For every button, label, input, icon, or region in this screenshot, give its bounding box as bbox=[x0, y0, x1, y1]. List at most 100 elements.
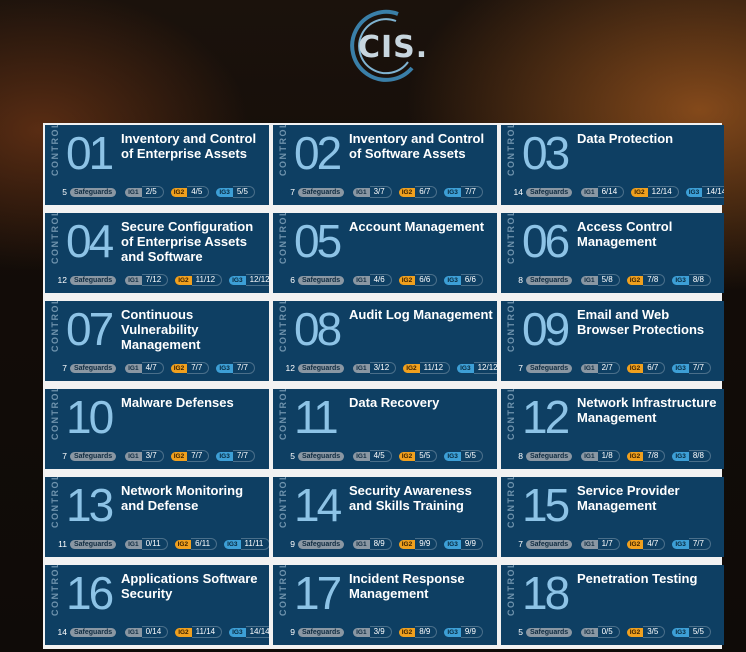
control-title: Inventory and Control of Software Assets bbox=[349, 131, 485, 161]
control-stats: 8 Safeguards IG1 5/8 IG2 7/8 IG3 8/8 bbox=[513, 274, 718, 286]
control-title: Service Provider Management bbox=[577, 483, 680, 513]
ig3-value: 7/7 bbox=[232, 450, 255, 462]
control-number: 07 bbox=[66, 303, 114, 355]
ig2-badge: IG2 bbox=[170, 451, 188, 461]
ig2-value: 7/7 bbox=[187, 362, 210, 374]
safeguard-count: 8 bbox=[518, 451, 523, 461]
ig1-stat: IG1 3/7 bbox=[353, 186, 392, 198]
control-number: 10 bbox=[66, 391, 114, 443]
ig3-badge: IG3 bbox=[229, 275, 246, 285]
ig3-value: 5/5 bbox=[688, 626, 711, 638]
ig1-badge: IG1 bbox=[581, 627, 598, 637]
control-tile-01: CONTROL 01 Inventory and Control of Ente… bbox=[45, 125, 269, 205]
safeguard-count: 11 bbox=[58, 539, 67, 549]
ig1-value: 1/7 bbox=[597, 538, 620, 550]
control-title: Secure Configuration of Enterprise Asset… bbox=[121, 219, 254, 264]
ig3-stat: IG3 12/12 bbox=[457, 362, 497, 374]
ig2-stat: IG2 7/8 bbox=[626, 274, 666, 286]
control-stats: 7 Safeguards IG1 3/7 IG2 6/7 IG3 7/7 bbox=[285, 186, 491, 198]
safeguards-label: Safeguards bbox=[298, 187, 345, 197]
safeguards-label: Safeguards bbox=[70, 363, 117, 373]
control-number: 16 bbox=[66, 567, 114, 619]
ig2-badge: IG2 bbox=[398, 627, 416, 637]
control-title: Network Monitoring and Defense bbox=[121, 483, 244, 513]
ig2-value: 12/14 bbox=[647, 186, 679, 198]
ig3-stat: IG3 12/12 bbox=[229, 274, 269, 286]
cis-logo-text: CIS. bbox=[358, 30, 429, 65]
control-number: 12 bbox=[522, 391, 570, 443]
ig1-stat: IG1 5/8 bbox=[581, 274, 620, 286]
ig1-stat: IG1 7/12 bbox=[125, 274, 169, 286]
ig2-value: 6/7 bbox=[415, 186, 438, 198]
ig1-stat: IG1 3/12 bbox=[353, 362, 397, 374]
safeguard-count: 7 bbox=[518, 539, 523, 549]
control-tile-05: CONTROL 05 Account Management 6 Safeguar… bbox=[273, 213, 497, 293]
ig1-badge: IG1 bbox=[581, 539, 598, 549]
ig2-stat: IG2 5/5 bbox=[398, 450, 438, 462]
control-tile-02: CONTROL 02 Inventory and Control of Soft… bbox=[273, 125, 497, 205]
ig3-value: 5/5 bbox=[232, 186, 255, 198]
ig3-badge: IG3 bbox=[216, 187, 233, 197]
control-number: 04 bbox=[66, 215, 114, 267]
ig3-badge: IG3 bbox=[672, 627, 689, 637]
safeguard-count: 14 bbox=[513, 187, 523, 197]
ig1-stat: IG1 3/9 bbox=[353, 626, 392, 638]
control-word: CONTROL bbox=[278, 389, 288, 440]
ig3-badge: IG3 bbox=[685, 187, 703, 197]
controls-grid: CONTROL 01 Inventory and Control of Ente… bbox=[43, 123, 724, 649]
safeguard-count: 12 bbox=[57, 275, 67, 285]
ig2-value: 6/7 bbox=[643, 362, 666, 374]
control-word: CONTROL bbox=[506, 301, 516, 352]
ig2-stat: IG2 7/7 bbox=[170, 362, 210, 374]
ig2-value: 3/5 bbox=[643, 626, 666, 638]
control-stats: 11 Safeguards IG1 0/11 IG2 6/11 IG3 11/1… bbox=[57, 538, 269, 550]
ig2-badge: IG2 bbox=[398, 451, 416, 461]
ig1-badge: IG1 bbox=[353, 451, 370, 461]
ig1-stat: IG1 0/14 bbox=[125, 626, 169, 638]
ig2-stat: IG2 11/12 bbox=[403, 362, 451, 374]
control-stats: 14 Safeguards IG1 0/14 IG2 11/14 IG3 14/… bbox=[57, 626, 269, 638]
control-title: Malware Defenses bbox=[121, 395, 234, 410]
ig1-value: 0/5 bbox=[597, 626, 620, 638]
ig2-stat: IG2 6/7 bbox=[626, 362, 666, 374]
ig2-stat: IG2 6/6 bbox=[398, 274, 438, 286]
control-title: Audit Log Management bbox=[349, 307, 493, 322]
control-number: 05 bbox=[294, 215, 342, 267]
ig1-value: 2/7 bbox=[597, 362, 620, 374]
control-title: Access Control Management bbox=[577, 219, 673, 249]
ig2-badge: IG2 bbox=[175, 275, 192, 285]
ig3-value: 14/14 bbox=[245, 626, 269, 638]
ig1-stat: IG1 0/11 bbox=[125, 538, 168, 550]
ig1-value: 2/5 bbox=[141, 186, 164, 198]
ig1-badge: IG1 bbox=[353, 275, 370, 285]
ig1-value: 3/12 bbox=[369, 362, 397, 374]
control-tile-15: CONTROL 15 Service Provider Management 7… bbox=[501, 477, 724, 557]
ig2-value: 4/7 bbox=[643, 538, 666, 550]
ig3-badge: IG3 bbox=[672, 363, 689, 373]
control-title: Continuous Vulnerability Management bbox=[121, 307, 201, 352]
ig2-value: 6/11 bbox=[191, 538, 218, 550]
ig3-stat: IG3 6/6 bbox=[444, 274, 483, 286]
safeguard-count: 8 bbox=[518, 275, 523, 285]
control-number: 02 bbox=[294, 127, 342, 179]
ig1-value: 7/12 bbox=[141, 274, 169, 286]
ig2-value: 9/9 bbox=[415, 538, 438, 550]
control-title: Data Recovery bbox=[349, 395, 440, 410]
ig2-value: 4/5 bbox=[187, 186, 210, 198]
control-stats: 7 Safeguards IG1 4/7 IG2 7/7 IG3 7/7 bbox=[57, 362, 263, 374]
safeguards-label: Safeguards bbox=[70, 187, 117, 197]
ig3-badge: IG3 bbox=[224, 539, 241, 549]
ig2-value: 6/6 bbox=[415, 274, 438, 286]
control-word: CONTROL bbox=[50, 213, 60, 264]
ig1-stat: IG1 8/9 bbox=[353, 538, 392, 550]
safeguard-count: 7 bbox=[62, 363, 67, 373]
ig1-badge: IG1 bbox=[581, 363, 598, 373]
control-title: Email and Web Browser Protections bbox=[577, 307, 705, 337]
control-title: Data Protection bbox=[577, 131, 674, 146]
ig3-value: 7/7 bbox=[460, 186, 483, 198]
control-tile-17: CONTROL 17 Incident Response Management … bbox=[273, 565, 497, 645]
ig2-value: 11/14 bbox=[191, 626, 223, 638]
ig2-value: 5/5 bbox=[415, 450, 438, 462]
control-tile-14: CONTROL 14 Security Awareness and Skills… bbox=[273, 477, 497, 557]
ig1-badge: IG1 bbox=[353, 627, 370, 637]
